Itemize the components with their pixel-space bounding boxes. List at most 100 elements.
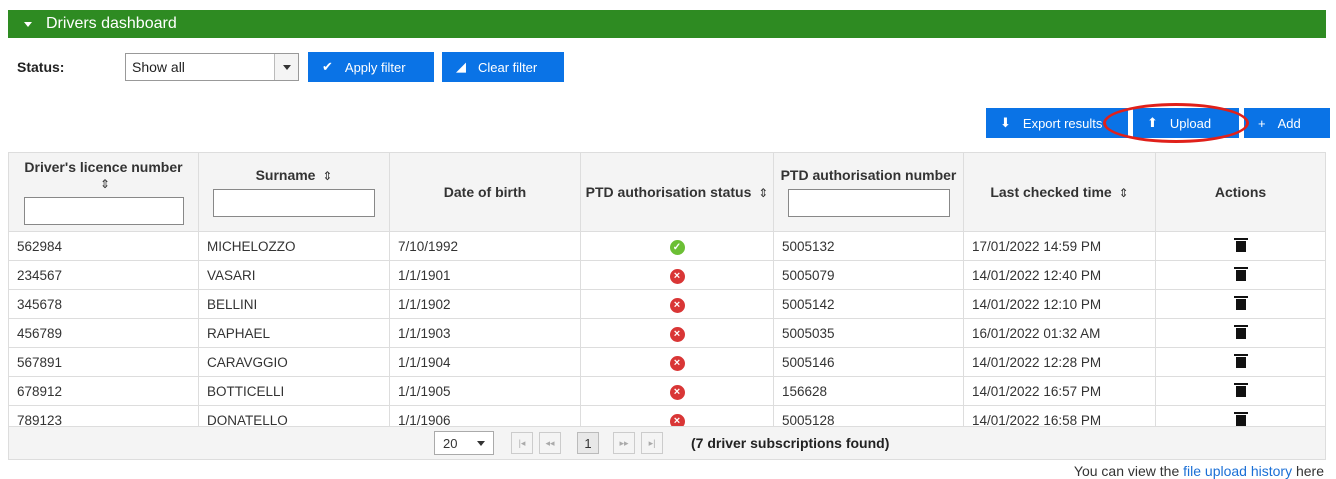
clear-filter-button[interactable]: ◢ Clear filter bbox=[442, 52, 564, 82]
cell-surname: CARAVGGIO bbox=[198, 347, 390, 377]
cell-status: × bbox=[580, 376, 774, 406]
next-page-icon[interactable]: ▸▸ bbox=[613, 432, 635, 454]
page-size-value: 20 bbox=[443, 435, 458, 451]
apply-filter-label: Apply filter bbox=[344, 59, 406, 75]
footer-suffix: here bbox=[1292, 463, 1324, 479]
cell-actions bbox=[1155, 260, 1326, 290]
cell-licence: 567891 bbox=[8, 347, 199, 377]
cell-checked: 17/01/2022 14:59 PM bbox=[963, 231, 1156, 261]
upload-label: Upload bbox=[1169, 115, 1212, 131]
col-licence-label: Driver's licence number bbox=[24, 159, 183, 175]
col-last-checked-label: Last checked time bbox=[990, 184, 1112, 200]
status-label: Status: bbox=[17, 59, 65, 75]
first-page-icon[interactable]: |◂ bbox=[511, 432, 533, 454]
x-circle-icon: × bbox=[669, 355, 685, 371]
clear-filter-label: Clear filter bbox=[478, 59, 538, 75]
download-icon: ⬇ bbox=[1000, 115, 1011, 130]
cell-ptd: 5005079 bbox=[773, 260, 964, 290]
collapse-caret-icon[interactable] bbox=[24, 21, 32, 27]
trash-icon[interactable] bbox=[1233, 354, 1248, 368]
cell-actions bbox=[1155, 289, 1326, 319]
apply-filter-button[interactable]: ✔ Apply filter bbox=[308, 52, 434, 82]
drivers-table: Driver's licence number ⇕ Surname ⇕ Date… bbox=[8, 152, 1326, 435]
chevron-down-icon bbox=[477, 440, 485, 446]
current-page-button[interactable]: 1 bbox=[577, 432, 599, 454]
cell-licence: 345678 bbox=[8, 289, 199, 319]
trash-icon[interactable] bbox=[1233, 296, 1248, 310]
col-surname-label: Surname bbox=[255, 167, 316, 183]
sort-icon[interactable]: ⇕ bbox=[322, 169, 332, 183]
export-results-button[interactable]: ⬇ Export results bbox=[986, 108, 1128, 138]
col-surname[interactable]: Surname ⇕ bbox=[198, 152, 390, 232]
col-dob-label: Date of birth bbox=[443, 184, 527, 200]
last-page-icon[interactable]: ▸| bbox=[641, 432, 663, 454]
trash-icon[interactable] bbox=[1233, 325, 1248, 339]
upload-history-note: You can view the file upload history her… bbox=[1074, 463, 1324, 479]
ptd-number-filter-input[interactable] bbox=[787, 189, 950, 217]
cell-surname: BOTTICELLI bbox=[198, 376, 390, 406]
table-header-row: Driver's licence number ⇕ Surname ⇕ Date… bbox=[8, 152, 1326, 232]
prev-page-icon[interactable]: ◂◂ bbox=[539, 432, 561, 454]
col-actions: Actions bbox=[1155, 152, 1326, 232]
add-label: Add bbox=[1277, 115, 1301, 131]
cell-status: × bbox=[580, 318, 774, 348]
cell-dob: 1/1/1905 bbox=[389, 376, 581, 406]
table-row: 678912 BOTTICELLI 1/1/1905 × 156628 14/01/202… bbox=[8, 376, 1326, 406]
cell-status: × bbox=[580, 347, 774, 377]
col-ptd-status-label: PTD authorisation status bbox=[585, 184, 752, 200]
cell-checked: 14/01/2022 12:28 PM bbox=[963, 347, 1156, 377]
cell-ptd: 5005142 bbox=[773, 289, 964, 319]
select-arrow-icon[interactable] bbox=[274, 54, 298, 80]
col-licence[interactable]: Driver's licence number ⇕ bbox=[8, 152, 199, 232]
surname-filter-input[interactable] bbox=[213, 189, 375, 217]
trash-icon[interactable] bbox=[1233, 267, 1248, 281]
cell-checked: 14/01/2022 12:40 PM bbox=[963, 260, 1156, 290]
cell-licence: 562984 bbox=[8, 231, 199, 261]
cell-actions bbox=[1155, 347, 1326, 377]
export-results-label: Export results bbox=[1022, 115, 1103, 131]
trash-icon[interactable] bbox=[1233, 383, 1248, 397]
cell-ptd: 5005132 bbox=[773, 231, 964, 261]
col-last-checked[interactable]: Last checked time ⇕ bbox=[963, 152, 1156, 232]
col-ptd-status[interactable]: PTD authorisation status ⇕ bbox=[580, 152, 774, 232]
upload-button[interactable]: ⬆ Upload bbox=[1133, 108, 1239, 138]
filter-row: Status: Show all ✔ Apply filter ◢ Clear … bbox=[17, 52, 564, 82]
cell-licence: 678912 bbox=[8, 376, 199, 406]
trash-icon[interactable] bbox=[1233, 412, 1248, 426]
pagination-bar: 20 |◂ ◂◂ 1 ▸▸ ▸| (7 driver subscriptions… bbox=[8, 426, 1326, 460]
x-circle-icon: × bbox=[669, 268, 685, 284]
cell-actions bbox=[1155, 376, 1326, 406]
sort-icon[interactable]: ⇕ bbox=[758, 186, 768, 200]
sort-icon[interactable]: ⇕ bbox=[1119, 186, 1129, 200]
table-row: 567891 CARAVGGIO 1/1/1904 × 5005146 14/01/202… bbox=[8, 347, 1326, 377]
cell-dob: 1/1/1902 bbox=[389, 289, 581, 319]
table-row: 234567 VASARI 1/1/1901 × 5005079 14/01/2022 1… bbox=[8, 260, 1326, 290]
status-select[interactable]: Show all bbox=[125, 53, 299, 81]
cell-licence: 456789 bbox=[8, 318, 199, 348]
sort-icon[interactable]: ⇕ bbox=[100, 177, 110, 191]
add-button[interactable]: + Add bbox=[1244, 108, 1330, 138]
toolbar: ⬇ Export results ⬆ Upload + Add bbox=[986, 108, 1330, 138]
table-row: 345678 BELLINI 1/1/1902 × 5005142 14/01/2022 … bbox=[8, 289, 1326, 319]
eraser-icon: ◢ bbox=[456, 59, 466, 74]
cell-ptd: 156628 bbox=[773, 376, 964, 406]
cell-dob: 7/10/1992 bbox=[389, 231, 581, 261]
file-upload-history-link[interactable]: file upload history bbox=[1183, 463, 1292, 479]
trash-icon[interactable] bbox=[1233, 238, 1248, 252]
table-row: 562984 MICHELOZZO 7/10/1992 ✓ 5005132 17/01/2… bbox=[8, 231, 1326, 261]
cell-status: × bbox=[580, 289, 774, 319]
cell-dob: 1/1/1904 bbox=[389, 347, 581, 377]
cell-dob: 1/1/1903 bbox=[389, 318, 581, 348]
licence-filter-input[interactable] bbox=[23, 197, 184, 225]
cell-surname: MICHELOZZO bbox=[198, 231, 390, 261]
cell-surname: RAPHAEL bbox=[198, 318, 390, 348]
page-size-select[interactable]: 20 bbox=[434, 431, 494, 455]
cell-licence: 234567 bbox=[8, 260, 199, 290]
panel-header[interactable]: Drivers dashboard bbox=[8, 10, 1326, 38]
col-actions-label: Actions bbox=[1214, 184, 1267, 200]
cell-dob: 1/1/1901 bbox=[389, 260, 581, 290]
panel-title: Drivers dashboard bbox=[46, 15, 177, 32]
cell-checked: 14/01/2022 12:10 PM bbox=[963, 289, 1156, 319]
cell-surname: BELLINI bbox=[198, 289, 390, 319]
cell-status: × bbox=[580, 260, 774, 290]
